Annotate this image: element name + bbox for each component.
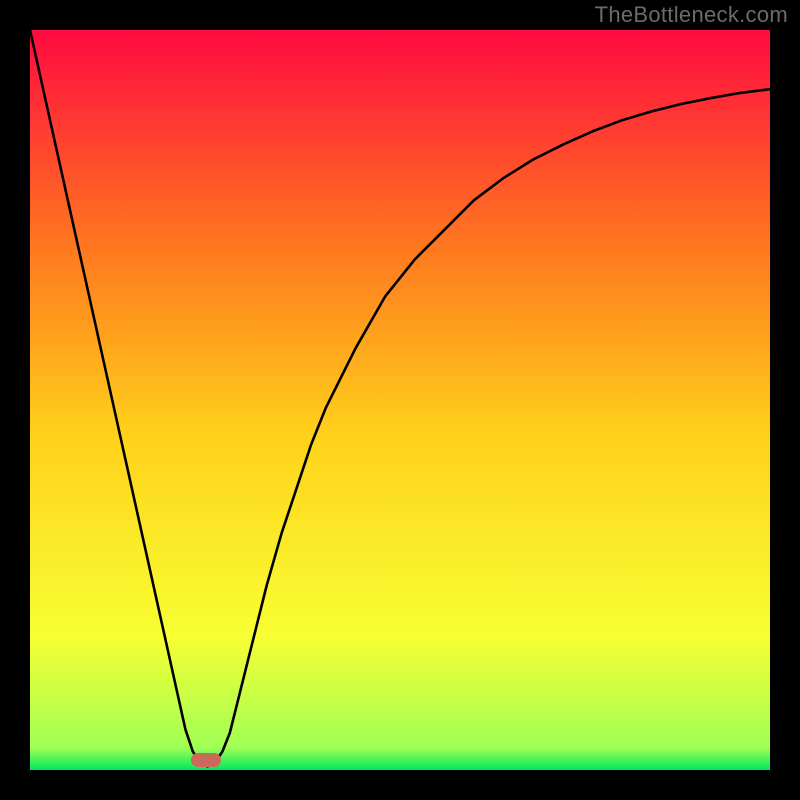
watermark-text: TheBottleneck.com [595,2,788,28]
chart-svg [30,30,770,770]
gradient-background [30,30,770,770]
plot-area [30,30,770,770]
chart-frame: TheBottleneck.com [0,0,800,800]
minimum-marker [191,753,221,767]
